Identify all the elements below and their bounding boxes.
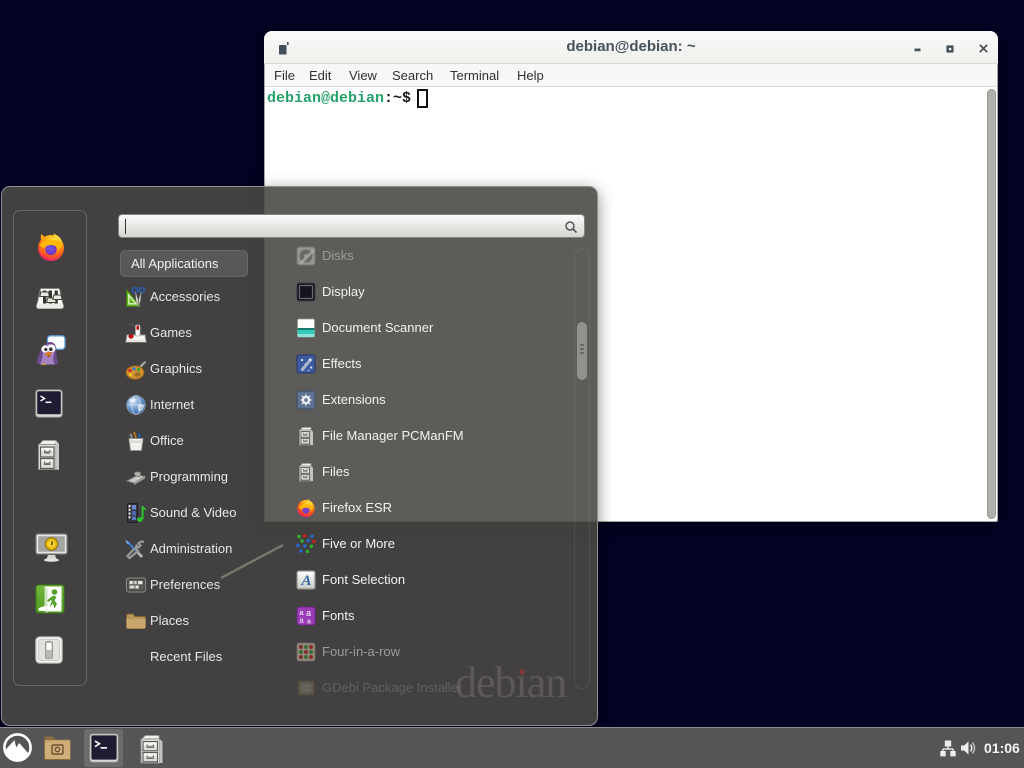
svg-text:a: a [307, 619, 311, 626]
svg-text:a: a [306, 608, 311, 618]
svg-text:a: a [299, 616, 304, 625]
svg-text:A: A [300, 573, 311, 589]
